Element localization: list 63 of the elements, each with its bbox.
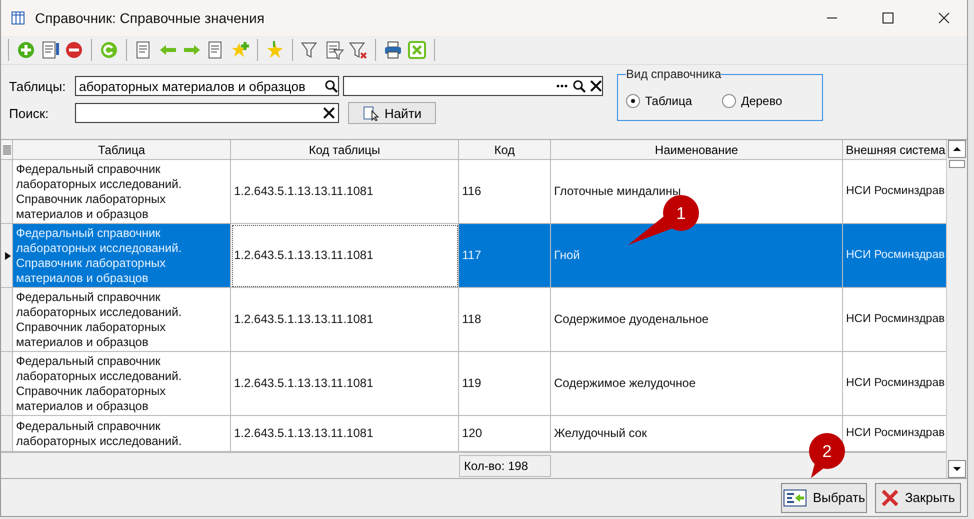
scroll-up-icon[interactable] — [948, 140, 966, 158]
column-menu-icon[interactable] — [1, 140, 13, 160]
table-cell[interactable]: 120 — [459, 416, 551, 452]
find-icon — [362, 105, 380, 121]
select-button[interactable]: Выбрать — [781, 482, 867, 512]
tables-field[interactable]: абораторных материалов и образцов — [75, 76, 339, 96]
column-header[interactable]: Таблица — [13, 140, 231, 160]
table-cell[interactable]: Федеральный справочник лабораторных исследований. Справочник лабораторных материалов и образцов — [13, 288, 231, 352]
group-title: Вид справочника — [626, 67, 722, 81]
star-icon[interactable] — [265, 40, 285, 60]
table-cell[interactable]: Гной — [551, 224, 843, 288]
table-cell[interactable]: 1.2.643.5.1.13.13.11.1081 — [231, 160, 459, 224]
filter-clear-icon[interactable] — [348, 40, 368, 60]
row-count: Кол-во: 198 — [459, 454, 551, 476]
close-icon — [880, 488, 899, 506]
edit-icon[interactable] — [40, 40, 60, 60]
select-icon — [782, 488, 807, 506]
column-header[interactable]: Внешняя система — [843, 140, 946, 160]
close-button[interactable]: Закрыть — [875, 482, 961, 512]
table-cell[interactable]: Федеральный справочник лабораторных исследований. Справочник лабораторных материалов и образцов — [13, 160, 231, 224]
search-icon[interactable] — [324, 79, 338, 93]
close-icon[interactable] — [938, 12, 950, 24]
table-cell[interactable]: Федеральный справочник лабораторных исследований. — [13, 416, 231, 452]
search-label: Поиск: — [9, 106, 50, 120]
view-radio[interactable]: Таблица — [626, 94, 692, 108]
table-cell[interactable]: 117 — [459, 224, 551, 288]
delete-icon[interactable] — [64, 40, 84, 60]
table-cell[interactable]: Содержимое желудочное — [551, 352, 843, 416]
search-field[interactable] — [75, 103, 339, 123]
search-icon[interactable] — [572, 79, 586, 93]
maximize-icon[interactable] — [882, 12, 894, 24]
table-cell[interactable]: 116 — [459, 160, 551, 224]
window-title: Справочник: Справочные значения — [35, 10, 266, 26]
scroll-down-icon[interactable] — [948, 460, 966, 478]
tables-label: Таблицы: — [9, 78, 67, 94]
more-icon[interactable] — [556, 84, 568, 88]
clear-icon[interactable] — [590, 80, 602, 92]
table-cell[interactable]: НСИ Росминздрав — [843, 224, 946, 288]
clear-icon[interactable] — [323, 107, 335, 119]
table-cell[interactable]: 1.2.643.5.1.13.13.11.1081 — [231, 224, 459, 288]
star-add-icon[interactable] — [230, 40, 250, 60]
table-cell[interactable]: 119 — [459, 352, 551, 416]
table-cell[interactable]: Содержимое дуоденальное — [551, 288, 843, 352]
add-icon[interactable] — [16, 40, 36, 60]
table-cell[interactable]: 1.2.643.5.1.13.13.11.1081 — [231, 416, 459, 452]
row-header[interactable] — [1, 224, 13, 288]
column-header[interactable]: Код таблицы — [231, 140, 459, 160]
column-header[interactable]: Наименование — [551, 140, 843, 160]
value-field[interactable] — [343, 76, 603, 96]
view-radio[interactable]: Дерево — [722, 94, 782, 108]
print-icon[interactable] — [383, 40, 403, 60]
table-icon — [11, 11, 25, 25]
filter-icon[interactable] — [300, 40, 320, 60]
table-cell[interactable]: 1.2.643.5.1.13.13.11.1081 — [231, 352, 459, 416]
table-cell[interactable]: Федеральный справочник лабораторных исследований. Справочник лабораторных материалов и образцов — [13, 224, 231, 288]
find-button[interactable]: Найти — [348, 102, 436, 124]
table-cell[interactable]: 118 — [459, 288, 551, 352]
filter-doc-icon[interactable] — [324, 40, 344, 60]
scroll-thumb[interactable] — [949, 160, 965, 168]
table-cell[interactable]: Федеральный справочник лабораторных исследований. Справочник лабораторных материалов и образцов — [13, 352, 231, 416]
table-cell[interactable]: 1.2.643.5.1.13.13.11.1081 — [231, 288, 459, 352]
scrollbar[interactable] — [946, 140, 967, 478]
column-header[interactable]: Код — [459, 140, 551, 160]
